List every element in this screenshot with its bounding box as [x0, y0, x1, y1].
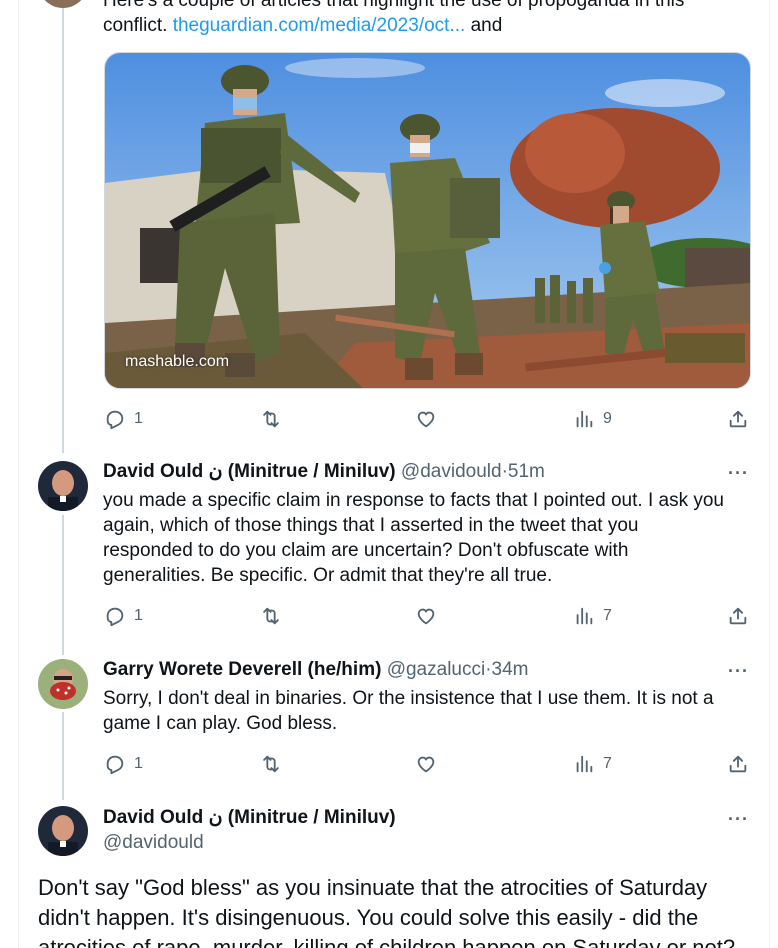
avatar[interactable]: [38, 659, 88, 709]
handle[interactable]: @davidould: [401, 461, 502, 482]
view-count: 9: [603, 410, 612, 427]
analytics-icon: [576, 607, 593, 625]
more-options-button[interactable]: ···: [728, 464, 750, 482]
retweet-icon: [263, 410, 279, 428]
reply-button[interactable]: 1: [104, 604, 143, 628]
analytics-icon: [576, 755, 593, 773]
share-button[interactable]: [727, 752, 749, 776]
media-source-label: mashable.com: [125, 353, 230, 370]
tweet-text: Sorry, I don't deal in binaries. Or the …: [103, 686, 753, 736]
reply-icon: [106, 410, 124, 430]
display-name[interactable]: Garry Worete Deverell (he/him): [103, 659, 381, 680]
share-button[interactable]: [727, 407, 749, 431]
share-icon: [729, 755, 747, 773]
tweet-line: didn't happen. It's disingenuous. You co…: [38, 905, 699, 930]
tweet-media-image[interactable]: mashable.com: [104, 52, 751, 389]
reply-button[interactable]: 1: [104, 407, 143, 431]
share-button[interactable]: [727, 604, 749, 628]
views-button[interactable]: 7: [573, 752, 612, 776]
tweet-header: Garry Worete Deverell (he/him) @gazalucc…: [103, 658, 529, 682]
more-options-button[interactable]: ···: [728, 662, 750, 680]
tweet-line: again, which of those things that I asse…: [103, 515, 639, 536]
timestamp[interactable]: 51m: [508, 461, 545, 482]
like-button[interactable]: [415, 752, 437, 776]
reply-button[interactable]: 1: [104, 752, 143, 776]
share-icon: [729, 607, 747, 625]
tweet-actions: 1 9: [104, 407, 754, 431]
tweet-header: David Ould ن (Minitrue / Miniluv) @david…: [103, 460, 545, 484]
more-options-button[interactable]: ···: [728, 810, 750, 828]
thread-line: [62, 712, 64, 800]
reply-icon: [106, 607, 124, 627]
tweet-line: you made a specific claim in response to…: [103, 490, 724, 511]
tweet-text: Here's a couple of articles that highlig…: [103, 0, 753, 38]
reply-count: 1: [134, 410, 143, 427]
handle[interactable]: @davidould: [103, 831, 204, 855]
reply-count: 1: [134, 755, 143, 772]
reply-icon: [106, 755, 124, 775]
tweet-line: conflict. theguardian.com/media/2023/oct…: [103, 13, 753, 38]
heart-icon: [417, 411, 435, 428]
retweet-button[interactable]: [260, 604, 282, 628]
display-name[interactable]: David Ould ن (Minitrue / Miniluv): [103, 461, 396, 482]
thread-line: [62, 0, 64, 453]
avatar[interactable]: [38, 461, 88, 511]
tweet-line: responded to do you claim are uncertain?…: [103, 540, 629, 561]
heart-icon: [417, 608, 435, 625]
tweet-line: game I can play. God bless.: [103, 713, 338, 734]
soldiers-photo: [105, 53, 750, 388]
display-name[interactable]: David Ould ن (Minitrue / Miniluv): [103, 806, 396, 830]
reply-count: 1: [134, 607, 143, 624]
like-button[interactable]: [415, 407, 437, 431]
article-link[interactable]: theguardian.com/media/2023/oct...: [173, 15, 466, 36]
retweet-button[interactable]: [260, 407, 282, 431]
timestamp[interactable]: 34m: [492, 659, 529, 680]
like-button[interactable]: [415, 604, 437, 628]
views-button[interactable]: 7: [573, 604, 612, 628]
views-button[interactable]: 9: [573, 407, 612, 431]
heart-icon: [417, 756, 435, 773]
tweet-text: Don't say "God bless" as you insinuate t…: [38, 873, 758, 948]
tweet-line: Don't say "God bless" as you insinuate t…: [38, 875, 708, 900]
view-count: 7: [603, 755, 612, 772]
tweet-text-suffix: and: [470, 15, 503, 36]
retweet-icon: [263, 607, 279, 625]
analytics-icon: [576, 410, 593, 428]
tweet-actions: 1 7: [104, 604, 754, 628]
avatar[interactable]: [38, 806, 88, 856]
view-count: 7: [603, 607, 612, 624]
thread-line: [62, 515, 64, 655]
tweet-actions: 1 7: [104, 752, 754, 776]
share-icon: [729, 410, 747, 428]
tweet-line: Sorry, I don't deal in binaries. Or the …: [103, 688, 714, 709]
tweet-text: you made a specific claim in response to…: [103, 488, 753, 588]
retweet-icon: [263, 755, 279, 773]
tweet-line: generalities. Be specific. Or admit that…: [103, 565, 553, 586]
tweet-line: Here's a couple of articles that highlig…: [103, 0, 685, 11]
tweet-line: atrocities of rape, murder, killing of c…: [38, 935, 736, 948]
handle[interactable]: @gazalucci: [387, 659, 486, 680]
tweet-text-prefix: conflict.: [103, 15, 168, 36]
retweet-button[interactable]: [260, 752, 282, 776]
